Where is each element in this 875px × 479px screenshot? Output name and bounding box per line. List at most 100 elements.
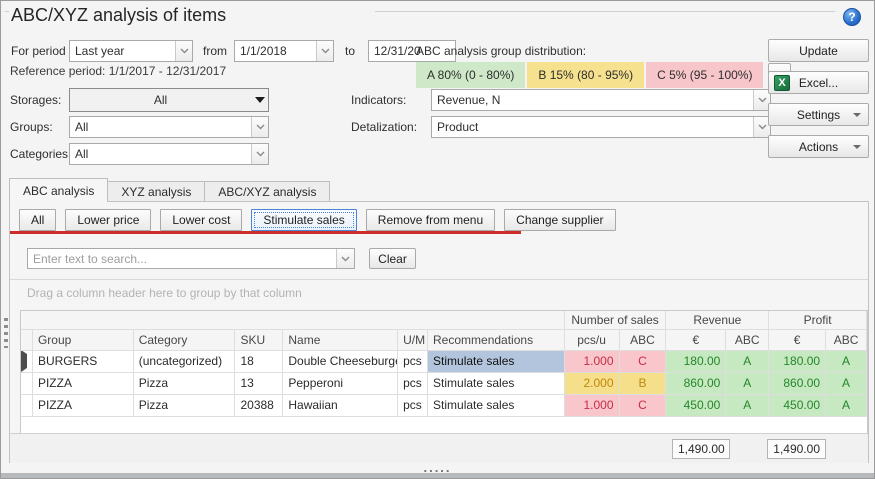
abc-group-c-badge: C 5% (95 - 100%) xyxy=(646,62,763,88)
reference-period-label: Reference period: 1/1/2017 - 12/31/2017 xyxy=(10,64,226,78)
cell-profit-abc[interactable]: A xyxy=(826,351,867,373)
actions-button-label: Actions xyxy=(799,140,838,154)
period-select[interactable]: Last year xyxy=(69,40,193,62)
header-revenue-eur[interactable]: € xyxy=(666,330,726,351)
header-revenue-abc[interactable]: ABC xyxy=(726,330,769,351)
cell-um[interactable]: pcs xyxy=(398,395,428,417)
storages-select[interactable]: All xyxy=(69,88,269,112)
band-blank xyxy=(21,311,565,330)
filter-remove-from-menu-button[interactable]: Remove from menu xyxy=(366,209,495,231)
cell-category[interactable]: (uncategorized) xyxy=(134,351,236,373)
cell-group[interactable]: PIZZA xyxy=(33,395,134,417)
cell-sku[interactable]: 13 xyxy=(235,373,283,395)
cell-group[interactable]: BURGERS xyxy=(33,351,134,373)
filter-lower-price-button[interactable]: Lower price xyxy=(65,209,151,231)
cell-sku[interactable]: 20388 xyxy=(235,395,283,417)
header-profit-eur[interactable]: € xyxy=(769,330,826,351)
chevron-down-icon[interactable] xyxy=(251,117,268,137)
header-group[interactable]: Group xyxy=(33,330,134,351)
cell-category[interactable]: Pizza xyxy=(134,395,236,417)
band-number-of-sales[interactable]: Number of sales xyxy=(565,311,667,330)
excel-button[interactable]: X Excel... xyxy=(768,71,869,94)
abc-analysis-tab-page: All Lower price Lower cost Stimulate sal… xyxy=(9,201,869,463)
chevron-down-icon[interactable] xyxy=(316,41,333,61)
settings-button[interactable]: Settings xyxy=(768,103,869,126)
group-by-hint: Drag a column header here to group by th… xyxy=(27,286,302,300)
filter-lower-cost-button[interactable]: Lower cost xyxy=(160,209,242,231)
dropdown-arrow-icon[interactable] xyxy=(251,89,268,111)
abc-xyz-analysis-window: ABC/XYZ analysis of items ? For period L… xyxy=(0,0,875,479)
groups-select[interactable]: All xyxy=(69,116,269,138)
detalization-select[interactable]: Product xyxy=(431,116,771,138)
storages-label: Storages: xyxy=(10,93,61,107)
cell-um[interactable]: pcs xyxy=(398,373,428,395)
header-category[interactable]: Category xyxy=(134,330,236,351)
clear-button[interactable]: Clear xyxy=(369,248,416,269)
update-button[interactable]: Update xyxy=(768,39,869,62)
cell-revenue-abc[interactable]: A xyxy=(726,395,769,417)
horizontal-splitter-handle[interactable]: ..... xyxy=(423,465,451,471)
cell-revenue-abc[interactable]: A xyxy=(726,373,769,395)
abc-distribution-label: ABC analysis group distribution: xyxy=(416,44,586,58)
cell-sku[interactable]: 18 xyxy=(235,351,283,373)
cell-revenue[interactable]: 860.00 xyxy=(666,373,726,395)
cell-revenue[interactable]: 180.00 xyxy=(666,351,726,373)
cell-recommendation-selected[interactable]: Stimulate sales xyxy=(428,351,565,373)
cell-group[interactable]: PIZZA xyxy=(33,373,134,395)
vertical-splitter-handle[interactable] xyxy=(4,318,8,348)
cell-profit-abc[interactable]: A xyxy=(826,373,867,395)
chevron-down-icon[interactable] xyxy=(175,41,192,61)
row-selector[interactable] xyxy=(21,373,33,395)
tab-abc-xyz-analysis[interactable]: ABC/XYZ analysis xyxy=(205,181,330,202)
cell-category[interactable]: Pizza xyxy=(134,373,236,395)
cell-um[interactable]: pcs xyxy=(398,351,428,373)
header-sku[interactable]: SKU xyxy=(235,330,283,351)
cell-sales-abc[interactable]: B xyxy=(620,373,667,395)
indicators-select[interactable]: Revenue, N xyxy=(431,89,771,111)
cell-name[interactable]: Hawaiian xyxy=(283,395,398,417)
update-button-label: Update xyxy=(799,44,838,58)
chevron-down-icon[interactable] xyxy=(336,249,354,268)
header-name[interactable]: Name xyxy=(283,330,398,351)
row-selector[interactable] xyxy=(21,395,33,417)
tab-abc-analysis[interactable]: ABC analysis xyxy=(9,178,108,202)
cell-name[interactable]: Pepperoni xyxy=(283,373,398,395)
filter-stimulate-sales-button[interactable]: Stimulate sales xyxy=(251,209,356,231)
header-recommendations[interactable]: Recommendations xyxy=(428,330,565,351)
excel-icon: X xyxy=(774,75,790,91)
from-date-select[interactable]: 1/1/2018 xyxy=(234,40,334,62)
cell-profit[interactable]: 860.00 xyxy=(769,373,826,395)
table-row[interactable]: BURGERS (uncategorized) 18 Double Cheese… xyxy=(21,351,867,373)
cell-revenue[interactable]: 450.00 xyxy=(666,395,726,417)
cell-profit-abc[interactable]: A xyxy=(826,395,867,417)
actions-button[interactable]: Actions xyxy=(768,135,869,158)
search-input[interactable] xyxy=(28,249,336,268)
cell-revenue-abc[interactable]: A xyxy=(726,351,769,373)
cell-recommendation[interactable]: Stimulate sales xyxy=(428,373,565,395)
cell-sales-abc[interactable]: C xyxy=(620,395,667,417)
categories-select[interactable]: All xyxy=(69,143,269,165)
filter-change-supplier-button[interactable]: Change supplier xyxy=(504,209,615,231)
table-row[interactable]: PIZZA Pizza 20388 Hawaiian pcs Stimulate… xyxy=(21,395,867,417)
header-sales-abc[interactable]: ABC xyxy=(620,330,667,351)
cell-sales[interactable]: 1.000 xyxy=(565,395,620,417)
help-icon[interactable]: ? xyxy=(843,8,861,26)
groups-label: Groups: xyxy=(10,120,53,134)
tab-xyz-analysis[interactable]: XYZ analysis xyxy=(108,181,205,202)
header-profit-abc[interactable]: ABC xyxy=(826,330,867,351)
table-row[interactable]: PIZZA Pizza 13 Pepperoni pcs Stimulate s… xyxy=(21,373,867,395)
cell-sales[interactable]: 2.000 xyxy=(565,373,620,395)
cell-profit[interactable]: 180.00 xyxy=(769,351,826,373)
band-revenue[interactable]: Revenue xyxy=(666,311,769,330)
cell-sales[interactable]: 1.000 xyxy=(565,351,620,373)
chevron-down-icon[interactable] xyxy=(251,144,268,164)
header-pcs-u[interactable]: pcs/u xyxy=(565,330,620,351)
filter-all-button[interactable]: All xyxy=(19,209,56,231)
band-profit[interactable]: Profit xyxy=(769,311,867,330)
header-um[interactable]: U/M xyxy=(398,330,428,351)
row-selector[interactable] xyxy=(21,351,33,373)
cell-recommendation[interactable]: Stimulate sales xyxy=(428,395,565,417)
cell-sales-abc[interactable]: C xyxy=(620,351,667,373)
cell-name[interactable]: Double Cheeseburger xyxy=(283,351,398,373)
cell-profit[interactable]: 450.00 xyxy=(769,395,826,417)
